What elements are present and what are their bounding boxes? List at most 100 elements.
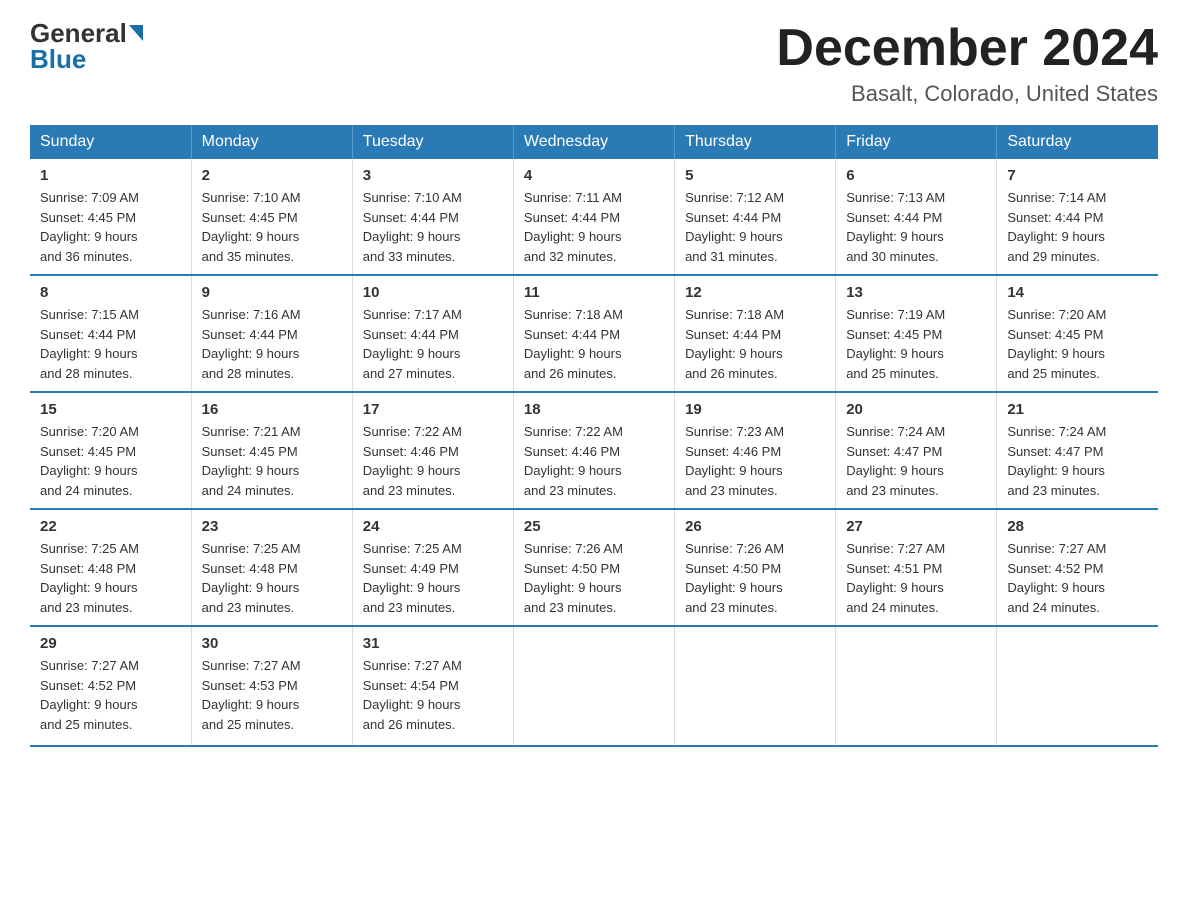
day-number: 30: [202, 635, 342, 652]
title-area: December 2024 Basalt, Colorado, United S…: [776, 20, 1158, 107]
header-wednesday: Wednesday: [513, 125, 674, 159]
day-number: 27: [846, 518, 986, 535]
calendar-cell: 10 Sunrise: 7:17 AM Sunset: 4:44 PM Dayl…: [352, 275, 513, 392]
calendar-week-row: 29 Sunrise: 7:27 AM Sunset: 4:52 PM Dayl…: [30, 626, 1158, 746]
logo-arrow-icon: [129, 25, 143, 41]
day-info: Sunrise: 7:10 AM Sunset: 4:45 PM Dayligh…: [202, 188, 342, 266]
day-info: Sunrise: 7:18 AM Sunset: 4:44 PM Dayligh…: [685, 305, 825, 383]
calendar-cell: 23 Sunrise: 7:25 AM Sunset: 4:48 PM Dayl…: [191, 509, 352, 626]
day-number: 29: [40, 635, 181, 652]
day-number: 21: [1007, 401, 1148, 418]
calendar-cell: 14 Sunrise: 7:20 AM Sunset: 4:45 PM Dayl…: [997, 275, 1158, 392]
day-info: Sunrise: 7:23 AM Sunset: 4:46 PM Dayligh…: [685, 422, 825, 500]
calendar-cell: 3 Sunrise: 7:10 AM Sunset: 4:44 PM Dayli…: [352, 159, 513, 275]
calendar-cell: 15 Sunrise: 7:20 AM Sunset: 4:45 PM Dayl…: [30, 392, 191, 509]
day-info: Sunrise: 7:20 AM Sunset: 4:45 PM Dayligh…: [40, 422, 181, 500]
calendar-cell: 18 Sunrise: 7:22 AM Sunset: 4:46 PM Dayl…: [513, 392, 674, 509]
day-info: Sunrise: 7:27 AM Sunset: 4:51 PM Dayligh…: [846, 539, 986, 617]
calendar-cell: 30 Sunrise: 7:27 AM Sunset: 4:53 PM Dayl…: [191, 626, 352, 746]
logo-general-text: General: [30, 20, 127, 46]
calendar-cell: [997, 626, 1158, 746]
day-number: 26: [685, 518, 825, 535]
calendar-cell: 9 Sunrise: 7:16 AM Sunset: 4:44 PM Dayli…: [191, 275, 352, 392]
day-number: 11: [524, 284, 664, 301]
header-monday: Monday: [191, 125, 352, 159]
calendar-cell: 17 Sunrise: 7:22 AM Sunset: 4:46 PM Dayl…: [352, 392, 513, 509]
calendar-cell: 1 Sunrise: 7:09 AM Sunset: 4:45 PM Dayli…: [30, 159, 191, 275]
day-number: 13: [846, 284, 986, 301]
day-info: Sunrise: 7:20 AM Sunset: 4:45 PM Dayligh…: [1007, 305, 1148, 383]
calendar-cell: 24 Sunrise: 7:25 AM Sunset: 4:49 PM Dayl…: [352, 509, 513, 626]
day-number: 7: [1007, 167, 1148, 184]
calendar-cell: 8 Sunrise: 7:15 AM Sunset: 4:44 PM Dayli…: [30, 275, 191, 392]
day-number: 28: [1007, 518, 1148, 535]
day-number: 20: [846, 401, 986, 418]
day-number: 23: [202, 518, 342, 535]
header-saturday: Saturday: [997, 125, 1158, 159]
day-info: Sunrise: 7:22 AM Sunset: 4:46 PM Dayligh…: [363, 422, 503, 500]
day-info: Sunrise: 7:25 AM Sunset: 4:49 PM Dayligh…: [363, 539, 503, 617]
day-info: Sunrise: 7:25 AM Sunset: 4:48 PM Dayligh…: [202, 539, 342, 617]
day-number: 10: [363, 284, 503, 301]
day-number: 15: [40, 401, 181, 418]
day-info: Sunrise: 7:09 AM Sunset: 4:45 PM Dayligh…: [40, 188, 181, 266]
calendar-cell: [675, 626, 836, 746]
day-number: 3: [363, 167, 503, 184]
calendar-cell: 2 Sunrise: 7:10 AM Sunset: 4:45 PM Dayli…: [191, 159, 352, 275]
day-info: Sunrise: 7:27 AM Sunset: 4:52 PM Dayligh…: [1007, 539, 1148, 617]
calendar-week-row: 8 Sunrise: 7:15 AM Sunset: 4:44 PM Dayli…: [30, 275, 1158, 392]
header: General Blue December 2024 Basalt, Color…: [30, 20, 1158, 107]
day-info: Sunrise: 7:24 AM Sunset: 4:47 PM Dayligh…: [846, 422, 986, 500]
day-number: 5: [685, 167, 825, 184]
day-info: Sunrise: 7:19 AM Sunset: 4:45 PM Dayligh…: [846, 305, 986, 383]
day-number: 2: [202, 167, 342, 184]
day-number: 1: [40, 167, 181, 184]
day-number: 25: [524, 518, 664, 535]
day-info: Sunrise: 7:27 AM Sunset: 4:54 PM Dayligh…: [363, 656, 503, 734]
calendar-cell: 29 Sunrise: 7:27 AM Sunset: 4:52 PM Dayl…: [30, 626, 191, 746]
day-info: Sunrise: 7:10 AM Sunset: 4:44 PM Dayligh…: [363, 188, 503, 266]
calendar-cell: 6 Sunrise: 7:13 AM Sunset: 4:44 PM Dayli…: [836, 159, 997, 275]
calendar-cell: 16 Sunrise: 7:21 AM Sunset: 4:45 PM Dayl…: [191, 392, 352, 509]
location-subtitle: Basalt, Colorado, United States: [776, 81, 1158, 107]
month-year-title: December 2024: [776, 20, 1158, 77]
day-number: 22: [40, 518, 181, 535]
day-info: Sunrise: 7:26 AM Sunset: 4:50 PM Dayligh…: [685, 539, 825, 617]
header-tuesday: Tuesday: [352, 125, 513, 159]
day-info: Sunrise: 7:27 AM Sunset: 4:52 PM Dayligh…: [40, 656, 181, 734]
day-info: Sunrise: 7:26 AM Sunset: 4:50 PM Dayligh…: [524, 539, 664, 617]
calendar-cell: 20 Sunrise: 7:24 AM Sunset: 4:47 PM Dayl…: [836, 392, 997, 509]
header-thursday: Thursday: [675, 125, 836, 159]
day-info: Sunrise: 7:22 AM Sunset: 4:46 PM Dayligh…: [524, 422, 664, 500]
header-sunday: Sunday: [30, 125, 191, 159]
day-info: Sunrise: 7:14 AM Sunset: 4:44 PM Dayligh…: [1007, 188, 1148, 266]
calendar-week-row: 22 Sunrise: 7:25 AM Sunset: 4:48 PM Dayl…: [30, 509, 1158, 626]
day-number: 6: [846, 167, 986, 184]
calendar-header-row: SundayMondayTuesdayWednesdayThursdayFrid…: [30, 125, 1158, 159]
day-info: Sunrise: 7:25 AM Sunset: 4:48 PM Dayligh…: [40, 539, 181, 617]
day-info: Sunrise: 7:15 AM Sunset: 4:44 PM Dayligh…: [40, 305, 181, 383]
day-number: 9: [202, 284, 342, 301]
calendar-cell: [836, 626, 997, 746]
calendar-cell: 22 Sunrise: 7:25 AM Sunset: 4:48 PM Dayl…: [30, 509, 191, 626]
day-number: 18: [524, 401, 664, 418]
day-info: Sunrise: 7:12 AM Sunset: 4:44 PM Dayligh…: [685, 188, 825, 266]
day-number: 31: [363, 635, 503, 652]
calendar-cell: 13 Sunrise: 7:19 AM Sunset: 4:45 PM Dayl…: [836, 275, 997, 392]
day-info: Sunrise: 7:11 AM Sunset: 4:44 PM Dayligh…: [524, 188, 664, 266]
day-number: 24: [363, 518, 503, 535]
day-number: 14: [1007, 284, 1148, 301]
day-info: Sunrise: 7:13 AM Sunset: 4:44 PM Dayligh…: [846, 188, 986, 266]
day-info: Sunrise: 7:16 AM Sunset: 4:44 PM Dayligh…: [202, 305, 342, 383]
day-number: 16: [202, 401, 342, 418]
day-info: Sunrise: 7:24 AM Sunset: 4:47 PM Dayligh…: [1007, 422, 1148, 500]
calendar-cell: 21 Sunrise: 7:24 AM Sunset: 4:47 PM Dayl…: [997, 392, 1158, 509]
header-friday: Friday: [836, 125, 997, 159]
day-number: 12: [685, 284, 825, 301]
day-number: 19: [685, 401, 825, 418]
calendar-cell: 26 Sunrise: 7:26 AM Sunset: 4:50 PM Dayl…: [675, 509, 836, 626]
calendar-cell: 31 Sunrise: 7:27 AM Sunset: 4:54 PM Dayl…: [352, 626, 513, 746]
day-info: Sunrise: 7:18 AM Sunset: 4:44 PM Dayligh…: [524, 305, 664, 383]
calendar-cell: 25 Sunrise: 7:26 AM Sunset: 4:50 PM Dayl…: [513, 509, 674, 626]
calendar-week-row: 15 Sunrise: 7:20 AM Sunset: 4:45 PM Dayl…: [30, 392, 1158, 509]
